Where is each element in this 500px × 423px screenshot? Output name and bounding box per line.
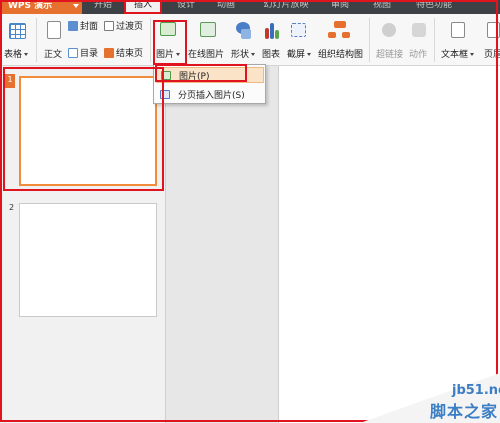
- menu-item-picture-label: 图片(P): [179, 71, 210, 82]
- hyperlink-label: 超链接: [376, 50, 404, 60]
- separator: [150, 18, 151, 62]
- chevron-down-icon: [24, 53, 29, 56]
- app-menu-button[interactable]: WPS 演示: [0, 0, 82, 14]
- picture-icon: [160, 22, 176, 36]
- cover-button[interactable]: 封面: [68, 19, 98, 32]
- shapes-label: 形状: [231, 50, 250, 60]
- end-page-label: 结束页: [116, 49, 144, 59]
- workspace-background: [166, 66, 278, 423]
- transition-page-label: 过渡页: [116, 22, 144, 32]
- transition-page-button[interactable]: 过渡页: [104, 19, 143, 32]
- online-picture-icon: [200, 22, 216, 37]
- menu-item-paged-insert-label: 分页插入图片(S): [178, 90, 245, 101]
- org-chart-icon: [334, 21, 346, 28]
- app-title: WPS 演示: [8, 1, 53, 11]
- watermark-brand: 脚本之家: [430, 402, 499, 421]
- tab-insert[interactable]: 插入: [126, 0, 160, 14]
- chart-label: 图表: [262, 50, 281, 60]
- slide-number-1: 1: [5, 74, 15, 88]
- toc-label: 目录: [80, 49, 99, 59]
- end-page-button[interactable]: 结束页: [104, 46, 143, 59]
- separator: [434, 18, 435, 62]
- ribbon-insert: 表格 正文 封面 目录 过渡页 结束页 图片 在线图片 形状 图表 截屏 组织结…: [0, 14, 500, 66]
- separator: [369, 18, 370, 62]
- toc-button[interactable]: 目录: [68, 46, 98, 59]
- text-body-label: 正文: [44, 50, 63, 60]
- picture-dropdown-menu: 图片(P) 分页插入图片(S): [153, 64, 266, 104]
- action-label: 动作: [409, 50, 428, 60]
- transition-page-icon: [104, 20, 114, 31]
- textbox-label: 文本框: [441, 50, 469, 60]
- chart-icon: [265, 28, 269, 39]
- chevron-down-icon: [470, 53, 475, 56]
- org-node-icon: [342, 32, 350, 38]
- slide-thumbnail-2[interactable]: [19, 203, 157, 317]
- tab-review[interactable]: 审阅: [322, 0, 358, 14]
- chevron-down-icon: [307, 53, 312, 56]
- chevron-down-icon: [73, 4, 79, 8]
- textbox-icon: [451, 22, 465, 38]
- chevron-down-icon: [251, 53, 256, 56]
- org-node-icon: [328, 32, 336, 38]
- chart-bar-icon: [275, 30, 279, 39]
- picture-label: 图片: [156, 50, 175, 60]
- online-picture-label: 在线图片: [188, 50, 225, 60]
- menu-item-paged-insert[interactable]: 分页插入图片(S): [156, 86, 264, 102]
- action-icon: [412, 23, 426, 37]
- org-chart-label: 组织结构图: [318, 50, 364, 60]
- paged-picture-icon: [160, 89, 170, 99]
- screenshot-label: 截屏: [287, 50, 306, 60]
- toc-icon: [68, 47, 78, 58]
- square-icon: [241, 29, 251, 39]
- slide-thumbnail-1[interactable]: [19, 76, 157, 186]
- tab-bar: WPS 演示 开始 插入 设计 动画 幻灯片放映 审阅 视图 特色功能: [0, 0, 500, 14]
- header-footer-icon: [487, 22, 500, 38]
- slide-number-2: 2: [9, 203, 15, 212]
- page-icon: [47, 21, 61, 39]
- slide-canvas[interactable]: [278, 66, 500, 423]
- header-footer-label: 页眉: [484, 50, 500, 60]
- chart-bar-icon: [270, 23, 274, 39]
- table-label: 表格: [4, 50, 23, 60]
- table-icon: [9, 23, 26, 39]
- link-icon: [382, 23, 396, 37]
- cover-label: 封面: [80, 22, 99, 32]
- tab-design[interactable]: 设计: [168, 0, 204, 14]
- tab-view[interactable]: 视图: [364, 0, 400, 14]
- cover-icon: [68, 20, 78, 31]
- tab-features[interactable]: 特色功能: [404, 0, 464, 14]
- chevron-down-icon: [176, 53, 181, 56]
- screenshot-icon: [291, 23, 306, 37]
- watermark-domain: jb51.net: [452, 383, 500, 398]
- end-page-icon: [104, 47, 114, 58]
- tab-animation[interactable]: 动画: [208, 0, 244, 14]
- tab-home[interactable]: 开始: [85, 0, 121, 14]
- menu-item-picture[interactable]: 图片(P): [156, 67, 264, 83]
- separator: [36, 18, 37, 62]
- picture-icon: [161, 70, 171, 80]
- tab-slideshow[interactable]: 幻灯片放映: [254, 0, 318, 14]
